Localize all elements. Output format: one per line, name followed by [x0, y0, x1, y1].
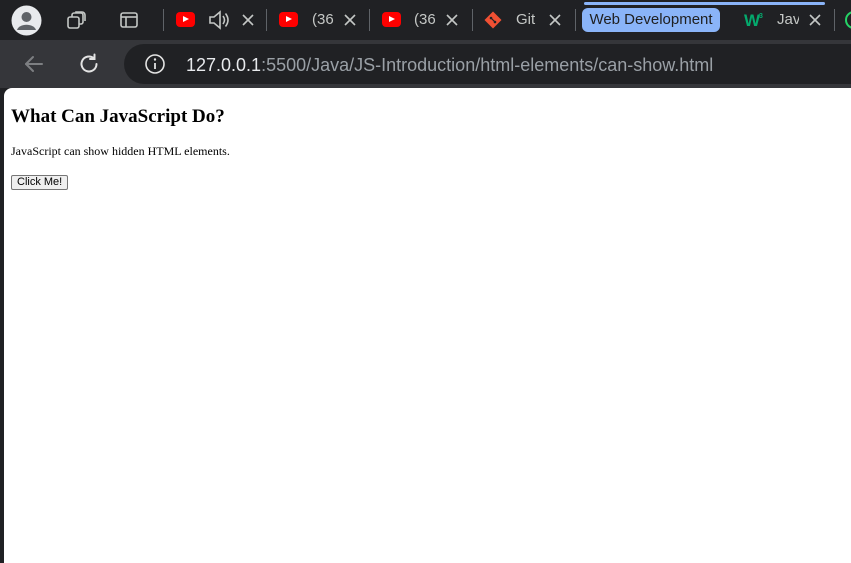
whatsapp-icon[interactable] [844, 10, 851, 30]
w3schools-icon: W 3 [744, 10, 766, 30]
tab-title: (36 [414, 11, 436, 28]
tab-group-chip[interactable]: Web Development [582, 8, 720, 32]
speaker-icon[interactable] [207, 9, 231, 31]
toolbar: 127.0.0.1:5500/Java/JS-Introduction/html… [0, 40, 851, 88]
page-paragraph: JavaScript can show hidden HTML elements… [11, 144, 230, 158]
profile-avatar-icon[interactable] [11, 5, 42, 36]
youtube-icon [176, 12, 195, 27]
close-tab-icon[interactable] [238, 10, 258, 30]
page-viewport: What Can JavaScript Do? JavaScript can s… [4, 88, 851, 563]
url-host: 127.0.0.1 [186, 55, 262, 75]
close-tab-icon[interactable] [545, 10, 565, 30]
back-icon[interactable] [22, 52, 46, 76]
vertical-tabs-icon[interactable] [119, 10, 139, 30]
address-bar[interactable]: 127.0.0.1:5500/Java/JS-Introduction/html… [124, 44, 851, 84]
url-text[interactable]: 127.0.0.1:5500/Java/JS-Introduction/html… [186, 54, 713, 76]
tab-title: (36 [312, 11, 334, 28]
workspaces-icon[interactable] [66, 10, 88, 32]
tab-youtube-2[interactable]: (36 [272, 0, 367, 40]
tab-w3schools[interactable]: W 3 Jav [738, 0, 833, 40]
close-tab-icon[interactable] [442, 10, 462, 30]
tab-git[interactable]: Git [478, 0, 573, 40]
svg-text:3: 3 [759, 13, 763, 20]
site-info-icon[interactable] [144, 53, 166, 75]
close-tab-icon[interactable] [805, 10, 825, 30]
close-tab-icon[interactable] [340, 10, 360, 30]
url-path: :5500/Java/JS-Introduction/html-elements… [261, 55, 714, 75]
tab-divider [369, 9, 370, 31]
tab-divider [163, 9, 164, 31]
click-me-button[interactable]: Click Me! [11, 175, 69, 190]
tab-divider [472, 9, 473, 31]
tab-youtube-3[interactable]: (36 [375, 0, 470, 40]
tab-title: Git [516, 11, 536, 28]
page-heading: What Can JavaScript Do? [11, 106, 225, 127]
tab-strip: (36 (36 Git Web Development W 3 Jav [0, 0, 851, 40]
tab-title: Jav [777, 11, 799, 28]
reload-icon[interactable] [77, 52, 101, 76]
youtube-icon [382, 12, 401, 27]
tab-divider [834, 9, 835, 31]
youtube-icon [279, 12, 298, 27]
tab-divider [266, 9, 267, 31]
tab-divider [575, 9, 576, 31]
git-icon [484, 11, 502, 29]
tab-youtube-audio[interactable] [170, 0, 265, 40]
